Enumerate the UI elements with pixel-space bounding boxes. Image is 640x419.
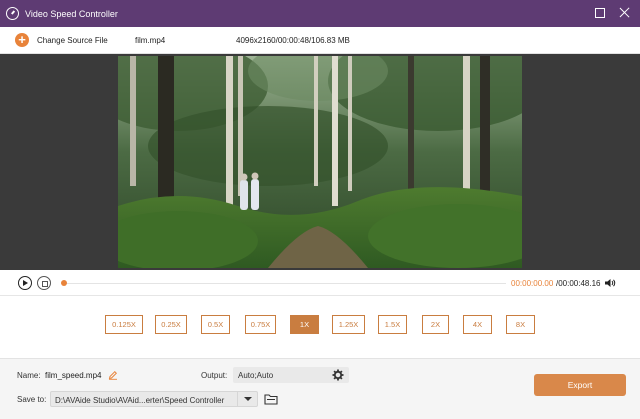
gear-icon[interactable] xyxy=(332,369,344,381)
file-info: 4096x2160/00:00:48/106.83 MB xyxy=(236,36,350,45)
speed-button-1_25x[interactable]: 1.25X xyxy=(332,315,365,334)
speed-button-8x[interactable]: 8X xyxy=(506,315,535,334)
speed-button-1_5x[interactable]: 1.5X xyxy=(378,315,407,334)
maximize-icon[interactable] xyxy=(595,7,605,18)
close-icon[interactable] xyxy=(619,7,630,18)
video-frame xyxy=(118,56,522,268)
speed-button-1x[interactable]: 1X xyxy=(290,315,319,334)
speed-options: 0.125X 0.25X 0.5X 0.75X 1X 1.25X 1.5X 2X 4X 8X xyxy=(0,297,640,357)
window-controls xyxy=(595,7,630,18)
forest-video-frame-image xyxy=(118,56,522,268)
total-time: /00:00:48.16 xyxy=(556,279,601,288)
export-button[interactable]: Export xyxy=(534,374,626,396)
output-format-value: Auto;Auto xyxy=(238,371,274,380)
pencil-icon[interactable] xyxy=(108,370,118,380)
stop-icon[interactable] xyxy=(37,276,51,290)
chevron-down-icon[interactable] xyxy=(237,392,257,406)
speedometer-icon xyxy=(6,7,19,20)
speed-button-0_5x[interactable]: 0.5X xyxy=(201,315,230,334)
video-preview-area xyxy=(0,54,640,270)
plus-icon[interactable]: + xyxy=(15,33,29,47)
save-path-value: D:\AVAide Studio\AVAid...erter\Speed Con… xyxy=(55,395,225,405)
save-to-label: Save to: xyxy=(17,395,47,404)
window-title: Video Speed Controller xyxy=(25,8,118,19)
playback-bar: 00:00:00.00 /00:00:48.16 xyxy=(0,270,640,296)
file-name: film.mp4 xyxy=(135,36,166,45)
output-label: Output: xyxy=(201,371,228,380)
output-name-value: film_speed.mp4 xyxy=(45,371,102,380)
speed-button-0_25x[interactable]: 0.25X xyxy=(155,315,187,334)
progress-handle[interactable] xyxy=(61,280,67,286)
speed-button-0_125x[interactable]: 0.125X xyxy=(105,315,143,334)
current-time: 00:00:00.00 xyxy=(511,279,554,288)
speed-button-0_75x[interactable]: 0.75X xyxy=(245,315,276,334)
toolbar: + Change Source File film.mp4 4096x2160/… xyxy=(0,27,640,54)
speed-button-2x[interactable]: 2X xyxy=(422,315,449,334)
name-label: Name: xyxy=(17,371,41,380)
output-format-field[interactable]: Auto;Auto xyxy=(233,367,349,383)
title-bar: Video Speed Controller xyxy=(0,0,640,27)
progress-track[interactable] xyxy=(62,282,506,284)
play-icon[interactable] xyxy=(18,276,32,290)
volume-icon[interactable] xyxy=(605,278,617,288)
output-settings-panel: Name: film_speed.mp4 Output: Auto;Auto S… xyxy=(0,358,640,419)
speed-button-4x[interactable]: 4X xyxy=(463,315,492,334)
folder-icon[interactable] xyxy=(264,393,278,405)
save-path-select[interactable]: D:\AVAide Studio\AVAid...erter\Speed Con… xyxy=(50,391,258,407)
change-source-button[interactable]: Change Source File xyxy=(37,36,108,45)
